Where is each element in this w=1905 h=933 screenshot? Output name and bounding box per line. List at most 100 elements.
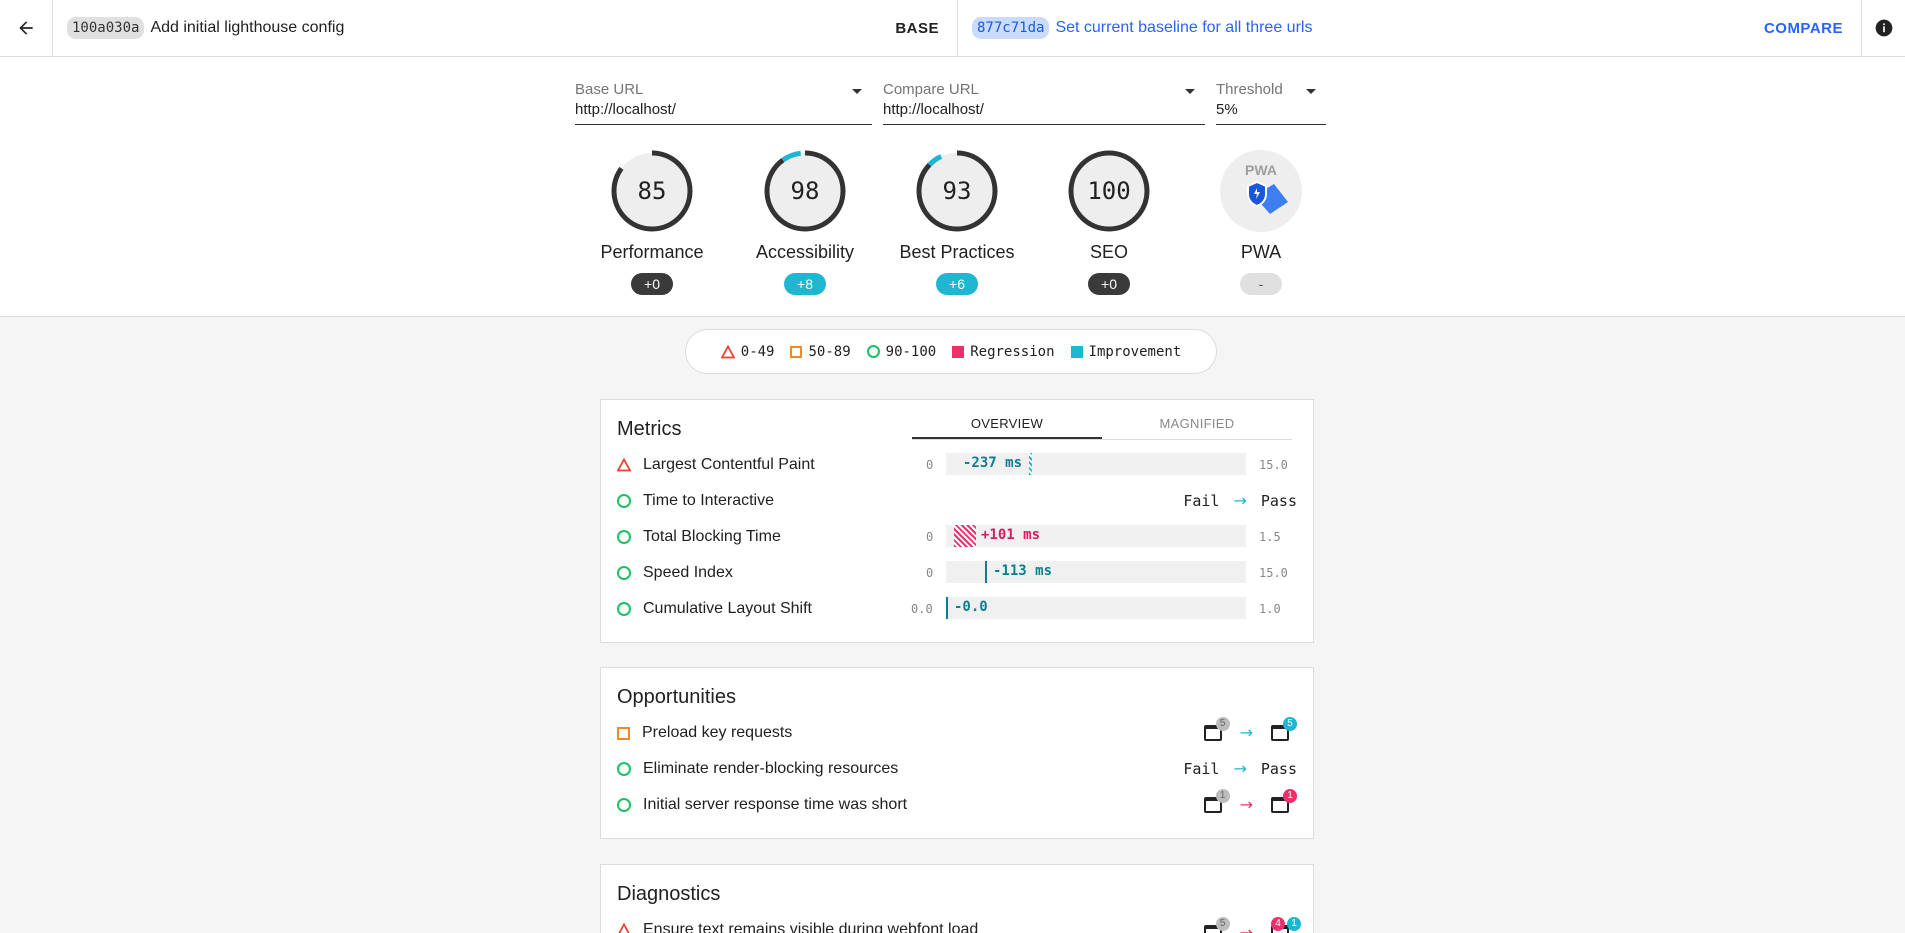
axis-max: 1.0 <box>1259 602 1281 616</box>
gauge-ring: 98 <box>764 150 846 232</box>
file-icon: 5 <box>1203 716 1230 741</box>
arrow-right-icon: → <box>1239 795 1253 814</box>
triangle-icon <box>720 344 735 358</box>
triangle-icon <box>617 458 631 472</box>
axis-max: 1.5 <box>1259 530 1281 544</box>
gauge-ring: 100 <box>1068 150 1150 232</box>
compare-label: COMPARE <box>1763 19 1843 37</box>
back-button[interactable] <box>0 0 53 56</box>
improvement-mark <box>946 597 948 619</box>
threshold-select[interactable]: Threshold 5% <box>1216 81 1326 125</box>
regression-count-badge: 4 <box>1271 916 1285 931</box>
audit-label: Ensure text remains visible during webfo… <box>643 921 979 933</box>
base-build-selector[interactable]: 100a030a Add initial lighthouse config B… <box>53 0 958 56</box>
base-url-select[interactable]: Base URL http://localhost/ <box>575 81 872 125</box>
back-arrow-icon <box>19 21 33 35</box>
dropdown-caret-icon[interactable] <box>852 89 862 94</box>
gauge-delta-badge: +0 <box>1088 273 1130 295</box>
metric-row[interactable]: Total Blocking Time <box>617 527 781 547</box>
circle-icon <box>617 798 631 812</box>
improvement-mark <box>985 561 987 583</box>
gauge-best-practices[interactable]: 93 Best Practices +6 <box>882 148 1032 295</box>
metric-row[interactable]: Speed Index <box>617 563 733 583</box>
gauge-score: 100 <box>1087 177 1130 205</box>
metric-row[interactable]: Cumulative Layout Shift <box>617 599 812 619</box>
from-status: Fail <box>1183 759 1220 778</box>
pwa-badge-icon: PWA <box>1220 150 1302 232</box>
gauge-seo[interactable]: 100 SEO +0 <box>1034 148 1184 295</box>
improvement-swatch <box>1070 345 1083 358</box>
base-commit-hash: 100a030a <box>67 17 145 39</box>
audit-row[interactable]: Initial server response time was short <box>617 795 907 815</box>
compare-commit-hash: 877c71da <box>972 17 1050 39</box>
metric-row[interactable]: Largest Contentful Paint <box>617 455 815 475</box>
gauge-ring: 93 <box>916 150 998 232</box>
audit-row[interactable]: Ensure text remains visible during webfo… <box>617 920 978 933</box>
gauge-label: Best Practices <box>899 242 1015 262</box>
file-icon: 5 <box>1203 916 1230 933</box>
pwa-logo-text: PWA <box>1245 162 1277 178</box>
gauge-delta-badge: +0 <box>631 273 673 295</box>
arrow-right-icon: → <box>1239 723 1253 742</box>
compare-url-select[interactable]: Compare URL http://localhost/ <box>883 81 1205 125</box>
metric-row[interactable]: Time to Interactive <box>617 491 774 511</box>
compare-build-selector[interactable]: 877c71da Set current baseline for all th… <box>958 0 1862 56</box>
gauge-delta-badge: +8 <box>784 273 826 295</box>
dropdown-caret-icon[interactable] <box>1185 89 1195 94</box>
gauge-ring: 85 <box>611 150 693 232</box>
base-label: BASE <box>895 19 939 37</box>
metric-delta: +101 ms <box>981 527 1041 543</box>
base-count-badge: 5 <box>1215 916 1230 931</box>
metric-label: Total Blocking Time <box>643 528 781 545</box>
metrics-card: Metrics OVERVIEW MAGNIFIED Largest Conte… <box>600 399 1314 643</box>
gauge-label: PWA <box>1240 242 1282 262</box>
legend-regression: Regression <box>952 344 1055 360</box>
audit-label: Eliminate render-blocking resources <box>643 760 899 777</box>
gauge-score: 93 <box>943 177 972 205</box>
legend-average-label: 50-89 <box>808 343 851 360</box>
tab-magnified[interactable]: MAGNIFIED <box>1102 414 1292 439</box>
gauge-performance[interactable]: 85 Performance +0 <box>577 148 727 295</box>
circle-icon <box>617 530 631 544</box>
square-icon <box>617 726 630 740</box>
metric-bar-track: +101 ms <box>946 525 1246 547</box>
file-icon: 5 <box>1271 716 1297 741</box>
legend-improvement-label: Improvement <box>1088 343 1182 360</box>
metric-delta: -113 ms <box>993 563 1053 579</box>
opportunities-title: Opportunities <box>617 686 736 708</box>
legend-improvement: Improvement <box>1070 343 1182 360</box>
opportunities-card: Opportunities Preload key requests 5 → 5… <box>600 667 1314 839</box>
gauge-delta-badge: +6 <box>936 273 978 295</box>
improvement-mark <box>1029 453 1032 475</box>
gauge-label: Performance <box>600 242 704 262</box>
metric-label: Largest Contentful Paint <box>643 456 815 473</box>
metric-delta: -0.0 <box>954 599 988 615</box>
compare-url-value: http://localhost/ <box>883 101 984 118</box>
circle-icon <box>617 566 631 580</box>
tab-overview[interactable]: OVERVIEW <box>912 414 1102 439</box>
circle-icon <box>617 494 631 508</box>
gauge-label: SEO <box>1089 242 1128 262</box>
info-button[interactable] <box>1862 0 1905 56</box>
audit-label: Preload key requests <box>642 724 793 741</box>
compare-count-badge: 5 <box>1283 716 1297 731</box>
axis-min: 0 <box>926 530 934 544</box>
item-count-change: 5 → 5 <box>1203 716 1297 742</box>
metric-bar-track: -0.0 <box>946 597 1246 619</box>
square-icon <box>790 345 803 358</box>
gauge-delta-badge: - <box>1240 273 1282 295</box>
axis-min: 0.0 <box>911 602 933 616</box>
axis-min: 0 <box>926 566 934 580</box>
dropdown-caret-icon[interactable] <box>1306 89 1316 94</box>
audit-row[interactable]: Eliminate render-blocking resources <box>617 759 898 779</box>
gauge-accessibility[interactable]: 98 Accessibility +8 <box>730 148 880 295</box>
legend-fail: 0-49 <box>720 344 774 360</box>
gauge-pwa[interactable]: PWA PWA - <box>1186 148 1336 295</box>
arrow-right-icon: → <box>1239 923 1253 933</box>
regression-mark <box>954 525 976 547</box>
axis-min: 0 <box>926 458 934 472</box>
metrics-title: Metrics <box>617 418 682 440</box>
audit-row[interactable]: Preload key requests <box>617 723 792 743</box>
to-status: Pass <box>1260 759 1297 778</box>
base-url-label: Base URL <box>575 81 644 98</box>
